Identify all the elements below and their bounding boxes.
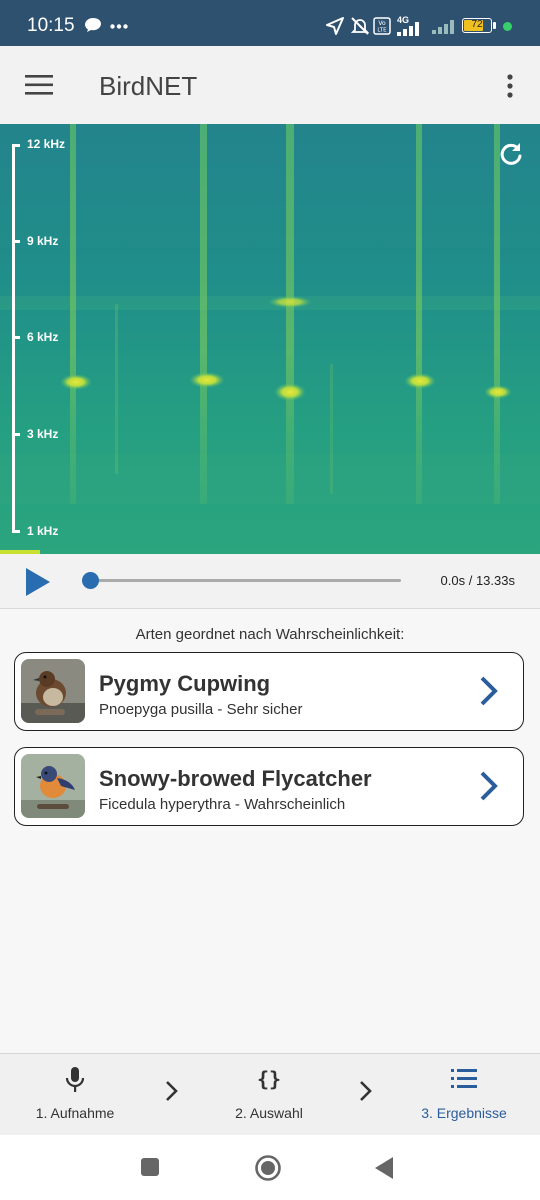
status-bar: 10:15 Vo LTE 4G 72	[0, 0, 540, 46]
axis-label-3khz: 3 kHz	[27, 427, 59, 441]
mute-bell-icon	[350, 17, 370, 35]
chevron-right-icon	[480, 676, 498, 706]
list-icon	[451, 1069, 477, 1088]
spectrogram-image	[0, 124, 540, 554]
signal-icon	[432, 20, 454, 34]
nav-item-ergebnisse[interactable]: 3. Ergebnisse	[406, 1054, 522, 1136]
progress-track[interactable]	[90, 579, 401, 582]
bottom-navigation: 1. Aufnahme {} 2. Auswahl 3. Ergebnisse	[0, 1053, 540, 1136]
chevron-right-icon	[166, 1081, 178, 1101]
nav-item-aufnahme[interactable]: 1. Aufnahme	[20, 1054, 130, 1136]
tick-9khz	[12, 240, 20, 243]
signal-4g-icon	[397, 22, 419, 36]
axis-label-1khz: 1 kHz	[27, 524, 59, 538]
time-readout: 0.0s / 13.33s	[440, 573, 515, 588]
battery-tip	[493, 22, 496, 29]
battery-icon: 72	[462, 18, 492, 33]
nav-label: 2. Auswahl	[235, 1105, 303, 1121]
nav-label: 3. Ergebnisse	[421, 1105, 507, 1121]
tick-3khz	[12, 433, 20, 436]
spectrogram[interactable]: 12 kHz 9 kHz 6 kHz 3 kHz 1 kHz	[0, 124, 540, 554]
axis-label-12khz: 12 kHz	[27, 137, 66, 151]
volte-icon: VoLTE	[373, 17, 391, 35]
dot-icon	[503, 22, 512, 31]
species-common-name: Pygmy Cupwing	[99, 671, 271, 696]
progress-thumb[interactable]	[82, 572, 99, 589]
nav-label: 1. Aufnahme	[35, 1105, 115, 1121]
svg-text:{}: {}	[257, 1067, 281, 1091]
result-card[interactable]: Snowy-browed Flycatcher Ficedula hyperyt…	[14, 747, 524, 826]
svg-text:LTE: LTE	[377, 28, 387, 34]
more-dots-icon	[110, 24, 128, 29]
status-time: 10:15	[27, 15, 75, 36]
svg-text:Vo: Vo	[378, 20, 386, 27]
tick-1khz	[12, 530, 20, 533]
system-navigation	[0, 1135, 540, 1200]
chevron-right-icon	[480, 771, 498, 801]
species-detail: Ficedula hyperythra - Wahrscheinlich	[99, 796, 346, 813]
tick-6khz	[12, 336, 20, 339]
battery-level: 72	[471, 19, 483, 30]
species-detail: Pnoepyga pusilla - Sehr sicher	[99, 701, 303, 718]
app-title: BirdNET	[99, 71, 198, 101]
bird-thumbnail	[21, 659, 85, 723]
refresh-icon[interactable]	[498, 141, 524, 167]
chevron-right-icon	[360, 1081, 372, 1101]
more-vert-icon[interactable]	[506, 74, 514, 98]
home-icon[interactable]	[254, 1154, 282, 1182]
species-common-name: Snowy-browed Flycatcher	[99, 766, 372, 791]
tick-12khz	[12, 144, 20, 147]
axis-label-9khz: 9 kHz	[27, 234, 59, 248]
results-heading: Arten geordnet nach Wahrscheinlichkeit:	[135, 626, 405, 643]
back-icon[interactable]	[374, 1156, 394, 1180]
curly-braces-icon: {}	[257, 1067, 281, 1091]
location-arrow-icon	[326, 17, 344, 35]
result-card[interactable]: Pygmy Cupwing Pnoepyga pusilla - Sehr si…	[14, 652, 524, 731]
play-icon[interactable]	[26, 568, 50, 596]
recent-apps-icon[interactable]	[141, 1158, 159, 1176]
app-bar: BirdNET	[0, 46, 540, 125]
hamburger-menu-icon[interactable]	[25, 75, 53, 95]
nav-item-auswahl[interactable]: {} 2. Auswahl	[214, 1054, 324, 1136]
microphone-icon	[65, 1067, 85, 1092]
axis-label-6khz: 6 kHz	[27, 330, 59, 344]
chat-bubble-icon	[85, 18, 101, 32]
bird-thumbnail	[21, 754, 85, 818]
audio-player: 0.0s / 13.33s	[0, 554, 540, 609]
